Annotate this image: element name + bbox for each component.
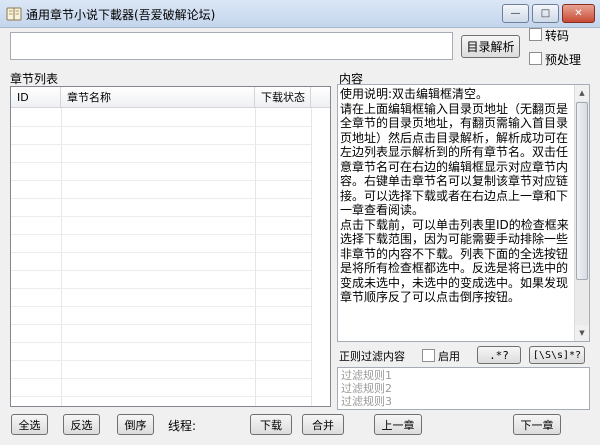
column-header-chapter-name[interactable]: 章节名称 <box>61 87 255 108</box>
row-divider <box>11 342 311 343</box>
scroll-thumb[interactable] <box>576 102 588 280</box>
filter-rule-line: 过滤规则3 <box>341 395 392 408</box>
regex-filter-label: 正则过滤内容 <box>339 350 405 363</box>
insert-lazy-pattern-button[interactable]: .*? <box>477 346 521 364</box>
scroll-up-icon[interactable]: ▲ <box>575 85 589 101</box>
content-scrollbar[interactable]: ▲ ▼ <box>574 85 589 341</box>
download-button[interactable]: 下载 <box>250 414 292 435</box>
transcode-checkbox[interactable] <box>529 28 542 41</box>
column-divider <box>255 108 256 406</box>
content-textarea[interactable]: 使用说明:双击编辑框清空。 请在上面编辑框输入目录页地址（无翻页是全章节的目录页… <box>337 84 590 342</box>
row-divider <box>11 396 311 397</box>
row-divider <box>11 126 311 127</box>
row-divider <box>11 216 311 217</box>
insert-any-char-pattern-button[interactable]: [\S\s]*? <box>529 346 585 364</box>
row-divider <box>11 306 311 307</box>
column-divider <box>311 108 312 406</box>
row-divider <box>11 324 311 325</box>
maximize-icon: □ <box>540 8 551 19</box>
chapter-list-label: 章节列表 <box>10 72 59 86</box>
title-bar[interactable]: 通用章节小说下載器(吾爱破解论坛) — □ ✕ <box>0 0 600 28</box>
minimize-icon: — <box>510 8 521 19</box>
chapter-list[interactable]: ID 章节名称 下载状态 <box>10 86 331 407</box>
filter-rule-line: 过滤规则2 <box>341 382 392 395</box>
column-header-id[interactable]: ID <box>11 87 61 108</box>
row-divider <box>11 234 311 235</box>
row-divider <box>11 180 311 181</box>
column-divider <box>61 108 62 406</box>
next-chapter-button[interactable]: 下一章 <box>513 414 561 435</box>
regex-enable-label: 启用 <box>438 350 460 363</box>
row-divider <box>11 378 311 379</box>
filter-rule-line: 过滤规则1 <box>341 369 392 382</box>
content-text: 使用说明:双击编辑框清空。 请在上面编辑框输入目录页地址（无翻页是全章节的目录页… <box>340 87 569 304</box>
filter-rules-textarea[interactable]: 过滤规则1 过滤规则2 过滤规则3 <box>337 367 590 410</box>
minimize-button[interactable]: — <box>502 4 529 23</box>
chapter-list-header: ID 章节名称 下载状态 <box>11 87 330 108</box>
preprocess-checkbox[interactable] <box>529 52 542 65</box>
preprocess-label: 预处理 <box>545 53 582 67</box>
transcode-label: 转码 <box>545 29 570 43</box>
merge-button[interactable]: 合并 <box>302 414 344 435</box>
row-divider <box>11 360 311 361</box>
row-divider <box>11 252 311 253</box>
close-button[interactable]: ✕ <box>562 4 595 23</box>
row-divider <box>11 198 311 199</box>
row-divider <box>11 270 311 271</box>
previous-chapter-button[interactable]: 上一章 <box>374 414 422 435</box>
threads-label: 线程: <box>168 419 197 433</box>
url-input[interactable] <box>10 32 453 60</box>
window-title: 通用章节小说下載器(吾爱破解论坛) <box>26 8 216 22</box>
invert-selection-button[interactable]: 反选 <box>63 414 100 435</box>
reverse-order-button[interactable]: 倒序 <box>117 414 154 435</box>
row-divider <box>11 288 311 289</box>
select-all-button[interactable]: 全选 <box>11 414 48 435</box>
maximize-button[interactable]: □ <box>532 4 559 23</box>
app-icon <box>6 6 22 22</box>
regex-enable-checkbox[interactable] <box>422 349 435 362</box>
parse-toc-button[interactable]: 目录解析 <box>461 35 520 58</box>
close-icon: ✕ <box>574 8 583 19</box>
column-header-download-status[interactable]: 下载状态 <box>255 87 311 108</box>
scroll-down-icon[interactable]: ▼ <box>575 325 589 341</box>
row-divider <box>11 144 311 145</box>
row-divider <box>11 162 311 163</box>
